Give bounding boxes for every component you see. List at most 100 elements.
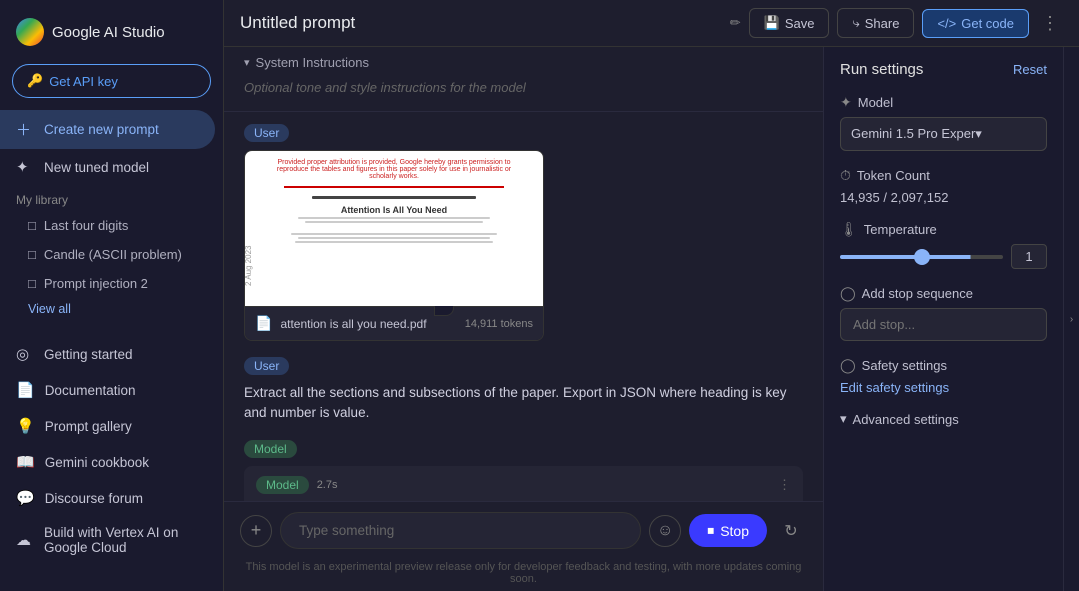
stop-sequence-setting: ◯ Add stop sequence [840,285,1047,341]
user-label-1: User [244,124,289,142]
pdf-token-count: 14,911 tokens [465,318,533,330]
pdf-footer: 📄 attention is all you need.pdf 14,911 t… [245,306,543,340]
pdf-attachment: Provided proper attribution is provided,… [244,150,544,341]
logo-icon [16,18,44,46]
safety-header: ◯ Safety settings [840,357,1047,374]
safety-setting: ◯ Safety settings Edit safety settings [840,357,1047,395]
pdf-date: 2 Aug 2023 [245,246,253,286]
emoji-button[interactable]: ☺ [649,515,681,547]
stop-sequence-input[interactable] [840,308,1047,341]
token-count-setting: ⏱ Token Count 14,935 / 2,097,152 [840,167,1047,205]
message-block-3: Model Model 2.7s ⋮ [244,440,803,502]
pdf-line-4 [298,237,490,239]
key-icon: 🔑 [27,73,43,89]
pdf-text-lines [257,217,531,243]
plus-icon: ＋ [16,119,34,140]
share-button[interactable]: ⤷ Share [837,8,914,38]
more-options-button[interactable]: ⋮ [1037,9,1063,38]
save-button[interactable]: 💾 Save [749,8,830,38]
get-code-button[interactable]: </> Get code [922,9,1029,38]
sidebar-item-getting-started[interactable]: ◎ Getting started [0,336,215,372]
sidebar-item-create-new-prompt[interactable]: ＋ Create new prompt [0,110,215,149]
pdf-red-line [284,186,503,188]
cookbook-icon: 📖 [16,453,35,471]
pdf-line-1 [298,217,490,219]
model-response-time: 2.7s [317,479,338,491]
doc-icon-2: □ [28,247,36,262]
token-icon: ⏱ [840,167,851,184]
edit-safety-settings-link[interactable]: Edit safety settings [840,380,1047,395]
app-logo: Google AI Studio [0,8,223,60]
content-area: ▾ System Instructions Optional tone and … [224,47,1079,591]
sidebar-item-candle[interactable]: □ Candle (ASCII problem) [0,240,215,269]
sidebar-item-settings[interactable]: ⚙ Settings [0,580,215,591]
model-response: Model 2.7s ⋮ [244,466,803,502]
temperature-value: 1 [1011,244,1047,269]
pdf-title-text [312,196,476,199]
sidebar-item-gemini-cookbook[interactable]: 📖 Gemini cookbook [0,444,215,480]
prompt-title: Untitled prompt [240,13,722,33]
message-block-2: User Extract all the sections and subsec… [244,357,803,424]
stop-sequence-header: ◯ Add stop sequence [840,285,1047,302]
user-label-2: User [244,357,289,375]
message-text-2: Extract all the sections and subsections… [244,383,803,424]
main-area: Untitled prompt ✏ 💾 Save ⤷ Share </> Get… [224,0,1079,591]
app-name: Google AI Studio [52,24,165,41]
code-icon: </> [937,16,956,31]
tune-icon: ✦ [16,158,34,176]
system-instructions-section: ▾ System Instructions Optional tone and … [224,47,823,112]
messages-container: User Provided proper attribution is prov… [224,112,823,501]
getting-started-icon: ◎ [16,345,34,363]
pdf-preview-inner: Provided proper attribution is provided,… [245,151,543,306]
model-row-header: ✦ Model [840,94,1047,111]
temperature-slider[interactable] [840,255,1003,259]
message-input[interactable] [280,512,641,549]
model-more-icon[interactable]: ⋮ [778,477,791,493]
chevron-down-icon: ▾ [840,411,847,427]
add-content-button[interactable]: + [240,515,272,547]
sidebar: Google AI Studio 🔑 Get API key ＋ Create … [0,0,224,591]
pdf-preview: Provided proper attribution is provided,… [245,151,543,306]
temperature-setting: 🌡 Temperature 1 [840,221,1047,269]
share-icon: ⤷ [852,15,859,31]
system-instructions-placeholder[interactable]: Optional tone and style instructions for… [244,76,803,99]
refresh-button[interactable]: ↻ [775,515,807,547]
pdf-line-5 [295,241,492,243]
header-actions: 💾 Save ⤷ Share </> Get code ⋮ [749,8,1063,38]
my-library-label: My library [0,185,223,211]
chat-area: ▾ System Instructions Optional tone and … [224,47,823,591]
stop-button[interactable]: ⏹ Stop [689,514,767,547]
pdf-line-2 [305,221,483,223]
footer-note: This model is an experimental preview re… [224,559,823,591]
pdf-line-3 [291,233,497,235]
system-instructions-header[interactable]: ▾ System Instructions [244,55,803,70]
right-panel-collapse-button[interactable]: › [1063,47,1079,591]
stop-icon: ⏹ [707,522,714,539]
sidebar-item-prompt-injection[interactable]: □ Prompt injection 2 [0,269,215,298]
cloud-icon: ☁ [16,531,34,549]
model-response-header: Model 2.7s ⋮ [256,476,791,494]
reset-button[interactable]: Reset [1013,62,1047,77]
doc-icon-3: □ [28,276,36,291]
get-api-key-button[interactable]: 🔑 Get API key [12,64,211,98]
docs-icon: 📄 [16,381,35,399]
run-settings-panel: Run settings Reset ✦ Model Gemini 1.5 Pr… [823,47,1063,591]
stop-seq-icon: ◯ [840,285,856,302]
sidebar-item-last-four-digits[interactable]: □ Last four digits [0,211,215,240]
sidebar-item-build-vertex[interactable]: ☁ Build with Vertex AI on Google Cloud [0,516,215,564]
view-all-link[interactable]: View all [0,298,223,320]
sidebar-item-new-tuned-model[interactable]: ✦ New tuned model [0,149,215,185]
run-settings-title: Run settings [840,61,923,78]
sidebar-item-discourse-forum[interactable]: 💬 Discourse forum [0,480,215,516]
token-count-header: ⏱ Token Count [840,167,1047,184]
token-count-value: 14,935 / 2,097,152 [840,190,1047,205]
doc-icon-1: □ [28,218,36,233]
advanced-settings-row[interactable]: ▾ Advanced settings [840,411,1047,427]
forum-icon: 💬 [16,489,35,507]
sidebar-item-prompt-gallery[interactable]: 💡 Prompt gallery [0,408,215,444]
sidebar-item-documentation[interactable]: 📄 Documentation [0,372,215,408]
model-select-dropdown[interactable]: Gemini 1.5 Pro Exper▾ [840,117,1047,151]
edit-title-icon[interactable]: ✏ [730,15,741,31]
model-inner-label: Model [256,476,309,494]
header: Untitled prompt ✏ 💾 Save ⤷ Share </> Get… [224,0,1079,47]
